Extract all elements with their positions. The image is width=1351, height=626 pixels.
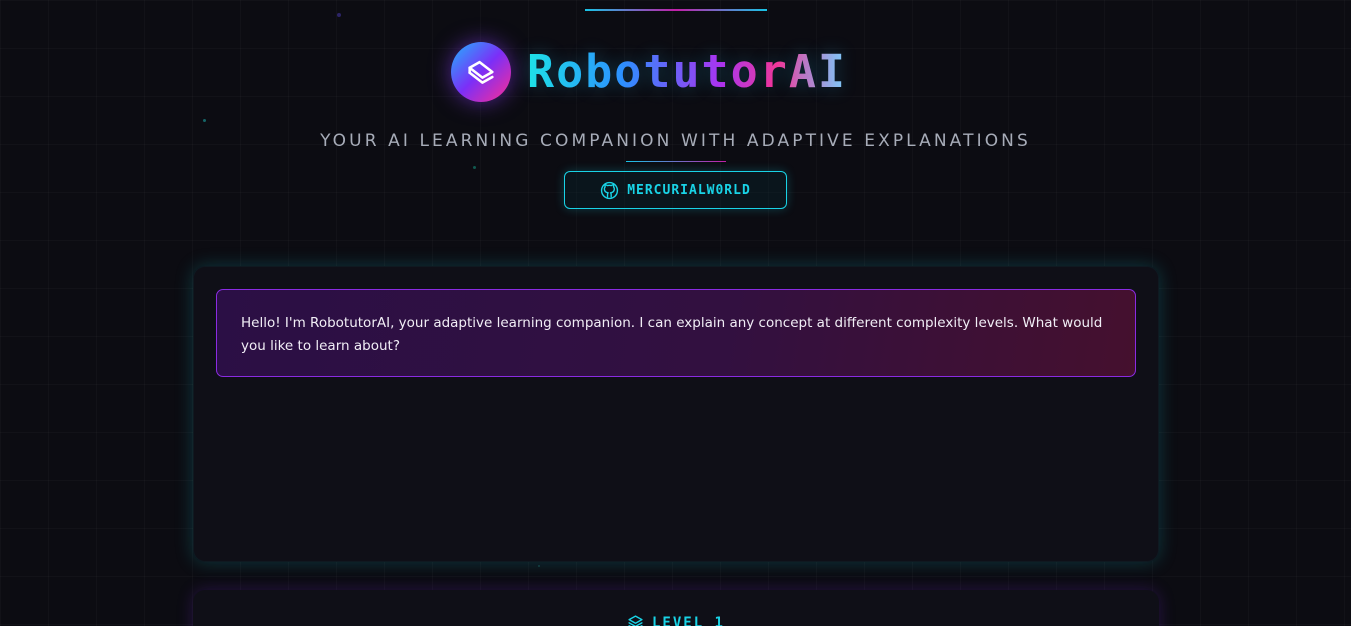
tagline: YOUR AI LEARNING COMPANION WITH ADAPTIVE… [320,131,1031,151]
app-logo [451,42,511,102]
layers-icon [468,60,494,84]
bot-message: Hello! I'm RobotutorAI, your adaptive le… [216,289,1136,377]
level-heading: LEVEL 1 [193,614,1159,626]
brand: RobotutorAI [451,42,847,102]
chat-panel: Hello! I'm RobotutorAI, your adaptive le… [193,266,1159,562]
github-icon [601,181,619,199]
level-label: LEVEL 1 [651,614,725,626]
bot-message-text: Hello! I'm RobotutorAI, your adaptive le… [241,315,1103,354]
app-title: RobotutorAI [527,42,847,102]
github-profile-button[interactable]: MERCURIALW0RLD [564,171,787,209]
layers-icon [628,615,643,626]
tagline-divider [626,161,726,162]
background-particle [337,13,341,17]
background-particle [473,166,476,169]
background-particle [538,565,540,567]
header-accent-line [585,9,767,11]
complexity-level-panel: LEVEL 1 [193,590,1159,626]
github-username: MERCURIALW0RLD [627,182,751,198]
background-particle [203,119,206,122]
